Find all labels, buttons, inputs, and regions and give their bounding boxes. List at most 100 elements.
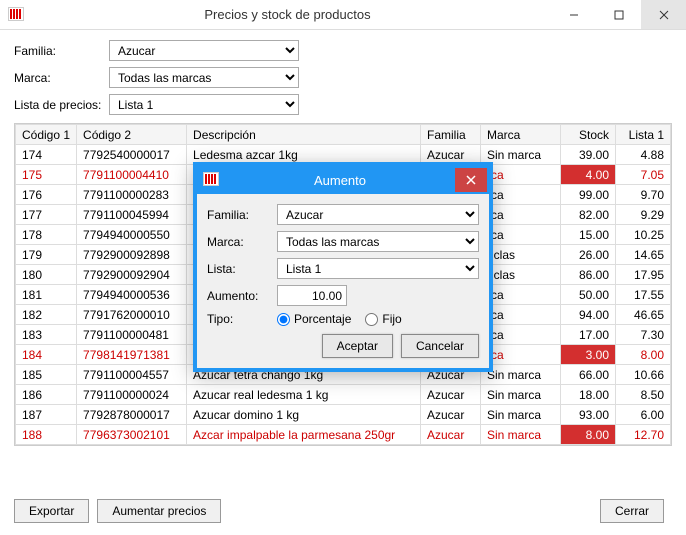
cell-codigo2: 7792900092904 <box>77 265 187 285</box>
cell-codigo2: 7792540000017 <box>77 145 187 165</box>
cell-codigo2: 7791100000283 <box>77 185 187 205</box>
cell-lista: 46.65 <box>616 305 671 325</box>
col-codigo2[interactable]: Código 2 <box>77 125 187 145</box>
dialog-familia-select[interactable]: Azucar <box>277 204 479 225</box>
radio-fijo-input[interactable] <box>365 313 378 326</box>
radio-fijo[interactable]: Fijo <box>365 312 401 326</box>
cell-codigo1: 184 <box>16 345 77 365</box>
dialog-aumento-input[interactable] <box>277 285 347 306</box>
col-familia[interactable]: Familia <box>421 125 481 145</box>
cell-stock: 26.00 <box>561 245 616 265</box>
dialog-marca-select[interactable]: Todas las marcas <box>277 231 479 252</box>
dialog-close-button[interactable] <box>455 168 487 192</box>
close-button[interactable] <box>641 0 686 29</box>
cell-codigo1: 179 <box>16 245 77 265</box>
cell-codigo2: 7792900092898 <box>77 245 187 265</box>
cell-stock: 66.00 <box>561 365 616 385</box>
aceptar-button[interactable]: Aceptar <box>322 334 393 358</box>
table-row[interactable]: 1867791100000024Azucar real ledesma 1 kg… <box>16 385 671 405</box>
cell-codigo1: 177 <box>16 205 77 225</box>
radio-fijo-label: Fijo <box>382 312 401 326</box>
cell-codigo1: 187 <box>16 405 77 425</box>
cell-descripcion: Azcar impalpable la parmesana 250gr <box>187 425 421 445</box>
cell-marca: Sin marca <box>481 405 561 425</box>
cell-codigo2: 7791762000010 <box>77 305 187 325</box>
dialog-aumento-label: Aumento: <box>207 289 277 303</box>
cell-lista: 9.29 <box>616 205 671 225</box>
cell-stock: 93.00 <box>561 405 616 425</box>
familia-label: Familia: <box>14 44 109 58</box>
radio-porcentaje-label: Porcentaje <box>294 312 351 326</box>
cell-stock: 4.00 <box>561 165 616 185</box>
window-title: Precios y stock de productos <box>24 7 551 22</box>
aumento-dialog: Aumento Familia: Azucar Marca: Todas las… <box>193 162 493 372</box>
cell-codigo2: 7794940000536 <box>77 285 187 305</box>
cell-codigo1: 183 <box>16 325 77 345</box>
cell-marca: Sin marca <box>481 385 561 405</box>
exportar-button[interactable]: Exportar <box>14 499 89 523</box>
cell-codigo2: 7796373002101 <box>77 425 187 445</box>
titlebar: Precios y stock de productos <box>0 0 686 30</box>
table-header-row: Código 1 Código 2 Descripción Familia Ma… <box>16 125 671 145</box>
cell-descripcion: Azucar real ledesma 1 kg <box>187 385 421 405</box>
cell-stock: 86.00 <box>561 265 616 285</box>
marca-select[interactable]: Todas las marcas <box>109 67 299 88</box>
col-stock[interactable]: Stock <box>561 125 616 145</box>
radio-porcentaje-input[interactable] <box>277 313 290 326</box>
col-marca[interactable]: Marca <box>481 125 561 145</box>
cell-stock: 39.00 <box>561 145 616 165</box>
marca-label: Marca: <box>14 71 109 85</box>
cell-stock: 17.00 <box>561 325 616 345</box>
lista-select[interactable]: Lista 1 <box>109 94 299 115</box>
dialog-tipo-label: Tipo: <box>207 312 277 326</box>
cell-familia: Azucar <box>421 425 481 445</box>
col-lista[interactable]: Lista 1 <box>616 125 671 145</box>
cell-lista: 17.95 <box>616 265 671 285</box>
aumentar-button[interactable]: Aumentar precios <box>97 499 221 523</box>
dialog-marca-row: Marca: Todas las marcas <box>207 231 479 252</box>
cell-codigo1: 175 <box>16 165 77 185</box>
cell-codigo1: 176 <box>16 185 77 205</box>
cell-lista: 7.30 <box>616 325 671 345</box>
minimize-button[interactable] <box>551 0 596 29</box>
cell-descripcion: Azucar domino 1 kg <box>187 405 421 425</box>
dialog-marca-label: Marca: <box>207 235 277 249</box>
dialog-icon <box>203 172 219 188</box>
dialog-familia-row: Familia: Azucar <box>207 204 479 225</box>
cell-lista: 6.00 <box>616 405 671 425</box>
table-row[interactable]: 1887796373002101Azcar impalpable la parm… <box>16 425 671 445</box>
col-codigo1[interactable]: Código 1 <box>16 125 77 145</box>
cell-codigo2: 7798141971381 <box>77 345 187 365</box>
col-descripcion[interactable]: Descripción <box>187 125 421 145</box>
table-row[interactable]: 1877792878000017Azucar domino 1 kgAzucar… <box>16 405 671 425</box>
cerrar-button[interactable]: Cerrar <box>600 499 664 523</box>
dialog-titlebar: Aumento <box>197 166 489 194</box>
cell-codigo1: 182 <box>16 305 77 325</box>
dialog-aumento-row: Aumento: <box>207 285 479 306</box>
cell-stock: 3.00 <box>561 345 616 365</box>
cell-codigo2: 7791100000024 <box>77 385 187 405</box>
cell-codigo1: 185 <box>16 365 77 385</box>
radio-porcentaje[interactable]: Porcentaje <box>277 312 351 326</box>
maximize-button[interactable] <box>596 0 641 29</box>
cell-lista: 8.50 <box>616 385 671 405</box>
familia-select[interactable]: Azucar <box>109 40 299 61</box>
dialog-familia-label: Familia: <box>207 208 277 222</box>
dialog-lista-select[interactable]: Lista 1 <box>277 258 479 279</box>
cell-codigo2: 7791100004557 <box>77 365 187 385</box>
window-controls <box>551 0 686 29</box>
cell-codigo1: 188 <box>16 425 77 445</box>
cell-lista: 17.55 <box>616 285 671 305</box>
cell-stock: 99.00 <box>561 185 616 205</box>
cell-codigo1: 174 <box>16 145 77 165</box>
cell-lista: 12.70 <box>616 425 671 445</box>
filter-marca: Marca: Todas las marcas <box>14 67 672 88</box>
app-icon <box>8 7 24 23</box>
dialog-lista-row: Lista: Lista 1 <box>207 258 479 279</box>
cell-lista: 9.70 <box>616 185 671 205</box>
cell-codigo1: 186 <box>16 385 77 405</box>
cell-stock: 18.00 <box>561 385 616 405</box>
cancelar-button[interactable]: Cancelar <box>401 334 479 358</box>
dialog-buttons: Aceptar Cancelar <box>207 334 479 358</box>
dialog-tipo-row: Tipo: Porcentaje Fijo <box>207 312 479 326</box>
